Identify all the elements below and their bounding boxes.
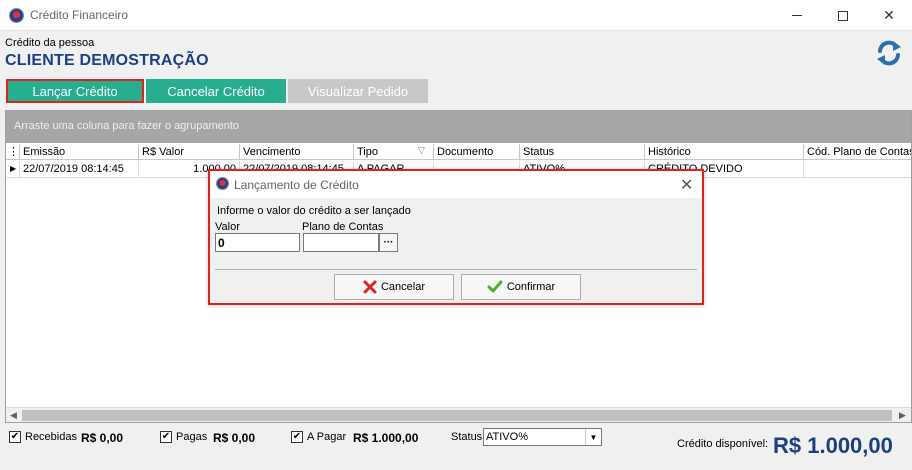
filter-icon[interactable]: ▽: [418, 145, 425, 156]
person-caption: Crédito da pessoa: [5, 37, 95, 49]
check-icon: ✔: [161, 431, 171, 442]
window-titlebar: Crédito Financeiro ✕: [0, 0, 912, 31]
maximize-button[interactable]: [820, 0, 866, 31]
cancel-button[interactable]: Cancelar: [334, 274, 454, 300]
cell-plano[interactable]: [804, 161, 911, 178]
apagar-label: A Pagar: [307, 431, 347, 443]
close-button[interactable]: ✕: [866, 0, 912, 31]
dialog-title: Lançamento de Crédito: [234, 178, 359, 192]
dialog-separator: [215, 269, 697, 270]
status-select[interactable]: ATIVO% ▼: [483, 428, 602, 446]
column-header-historico[interactable]: Histórico: [645, 144, 804, 160]
check-icon: ✔: [292, 431, 302, 442]
valor-input[interactable]: 0: [215, 233, 300, 252]
column-header-documento[interactable]: Documento: [434, 144, 520, 160]
recebidas-label: Recebidas: [25, 431, 77, 443]
minimize-icon: [792, 15, 802, 16]
column-header-valor[interactable]: R$ Valor: [139, 144, 240, 160]
horizontal-scrollbar[interactable]: ◀ ▶: [6, 407, 911, 422]
minimize-button[interactable]: [774, 0, 820, 31]
cancel-x-icon: [363, 280, 377, 294]
apagar-checkbox[interactable]: ✔: [291, 431, 303, 443]
recebidas-value: R$ 0,00: [81, 431, 124, 445]
pagas-value: R$ 0,00: [213, 431, 256, 445]
status-label: Status: [451, 431, 483, 443]
column-header-status[interactable]: Status: [520, 144, 645, 160]
recebidas-checkbox[interactable]: ✔: [9, 431, 21, 443]
column-header-vencimento[interactable]: Vencimento: [240, 144, 354, 160]
row-indicator-icon: ▶: [6, 161, 20, 178]
column-header-emissao[interactable]: Emissão: [20, 144, 139, 160]
scroll-right-icon[interactable]: ▶: [895, 408, 910, 423]
plano-input[interactable]: [303, 233, 379, 252]
checkmark-icon: [487, 280, 503, 293]
dialog-titlebar: Lançamento de Crédito ✕: [210, 171, 702, 198]
grid-header: ⋮ Emissão R$ Valor Vencimento Tipo ▽ Docu…: [6, 144, 911, 160]
credit-launch-dialog: Lançamento de Crédito ✕ Informe o valor …: [208, 169, 704, 305]
column-chooser-icon[interactable]: ⋮: [6, 144, 20, 160]
group-by-panel[interactable]: Arraste uma coluna para fazer o agrupame…: [6, 111, 911, 143]
window-title: Crédito Financeiro: [30, 8, 129, 22]
column-header-plano[interactable]: Cód. Plano de Contas: [804, 144, 911, 160]
valor-label: Valor: [215, 221, 240, 233]
tab-lancar-credito[interactable]: Lançar Crédito: [6, 79, 144, 103]
tab-visualizar-pedido: Visualizar Pedido: [288, 79, 428, 103]
scrollbar-thumb[interactable]: [22, 410, 892, 421]
tab-cancelar-credito[interactable]: Cancelar Crédito: [146, 79, 286, 103]
plano-lookup-button[interactable]: ···: [379, 233, 398, 252]
scroll-left-icon[interactable]: ◀: [6, 408, 21, 423]
app-icon: [216, 177, 229, 190]
chevron-down-icon[interactable]: ▼: [585, 429, 601, 445]
dialog-instruction: Informe o valor do crédito a ser lançado: [217, 205, 411, 217]
column-header-tipo[interactable]: Tipo ▽: [354, 144, 434, 160]
client-name: CLIENTE DEMOSTRAÇÃO: [5, 52, 209, 69]
credit-available-value: R$ 1.000,00: [773, 433, 893, 458]
close-icon[interactable]: ✕: [680, 175, 693, 195]
pagas-checkbox[interactable]: ✔: [160, 431, 172, 443]
pagas-label: Pagas: [176, 431, 208, 443]
refresh-icon[interactable]: [874, 38, 904, 68]
close-icon: ✕: [883, 7, 895, 23]
cell-emissao[interactable]: 22/07/2019 08:14:45: [20, 161, 139, 178]
status-select-value: ATIVO%: [486, 431, 528, 443]
confirm-button[interactable]: Confirmar: [461, 274, 581, 300]
maximize-icon: [838, 10, 848, 21]
cancel-button-label: Cancelar: [380, 281, 426, 293]
plano-label: Plano de Contas: [302, 221, 384, 233]
check-icon: ✔: [10, 431, 20, 442]
apagar-value: R$ 1.000,00: [353, 431, 419, 445]
column-header-tipo-label: Tipo: [357, 146, 378, 158]
app-icon: [9, 8, 24, 23]
credit-available-label: Crédito disponível:: [677, 438, 769, 450]
confirm-button-label: Confirmar: [506, 281, 556, 293]
